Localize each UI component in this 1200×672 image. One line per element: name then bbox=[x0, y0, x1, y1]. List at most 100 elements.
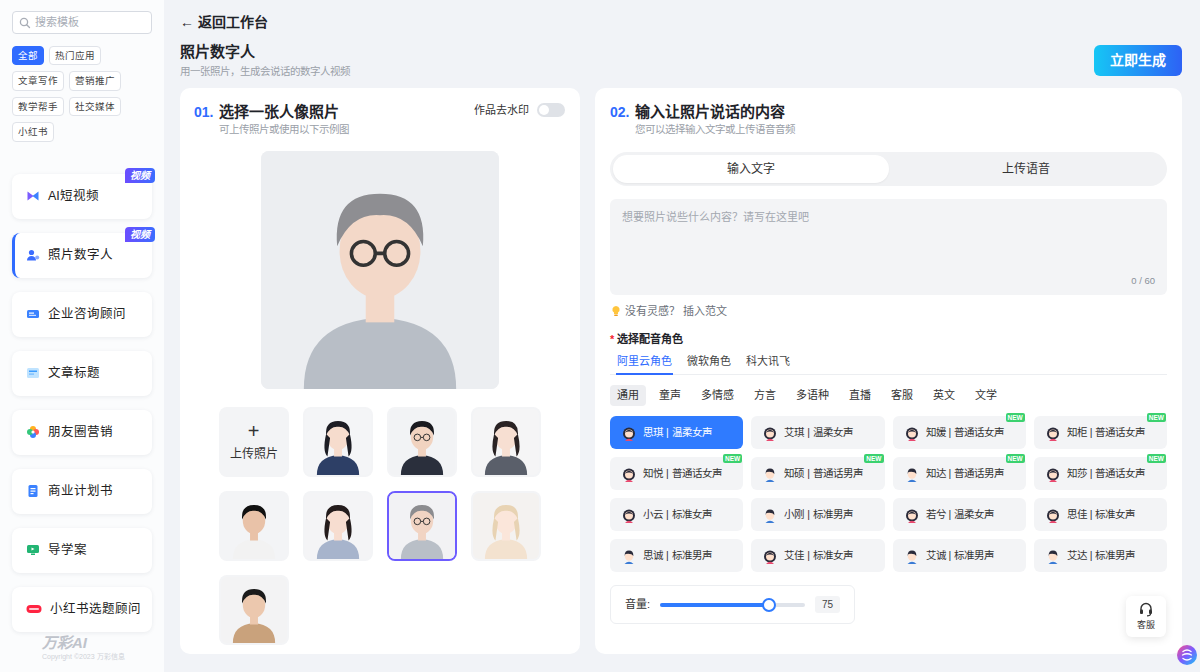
voice-option[interactable]: 小云 | 标准女声 bbox=[610, 498, 743, 531]
tag-chip[interactable]: 营销推广 bbox=[69, 71, 121, 90]
voice-option[interactable]: 知莎 | 普通话女声NEW bbox=[1034, 457, 1167, 490]
sidebar-item[interactable]: 照片数字人视频 bbox=[12, 233, 152, 278]
voice-option[interactable]: 知达 | 普通话男声NEW bbox=[893, 457, 1026, 490]
sidebar-item[interactable]: 小红书选题顾问 bbox=[12, 587, 152, 632]
category-chip[interactable]: 直播 bbox=[842, 385, 878, 406]
voice-option[interactable]: 艾琪 | 温柔女声 bbox=[751, 416, 884, 449]
voice-label: 艾达 | 标准男声 bbox=[1067, 548, 1136, 564]
photo-grid: +上传照片 bbox=[194, 407, 565, 645]
provider-tab[interactable]: 微软角色 bbox=[686, 354, 732, 375]
category-chip[interactable]: 英文 bbox=[926, 385, 962, 406]
step-titles: 选择一张人像照片可上传照片或使用以下示例图 bbox=[219, 102, 474, 136]
step-subtitle: 您可以选择输入文字或上传语音音频 bbox=[635, 122, 1167, 136]
watermark-toggle[interactable]: 作品去水印 bbox=[474, 102, 565, 119]
sidebar-item[interactable]: 商业计划书 bbox=[12, 469, 152, 514]
provider-tab[interactable]: 阿里云角色 bbox=[616, 354, 673, 375]
sidebar-item[interactable]: 文章标题 bbox=[12, 351, 152, 396]
tag-label: 教学帮手 bbox=[18, 101, 58, 112]
watermark-switch[interactable] bbox=[537, 103, 565, 117]
voice-option[interactable]: 思琪 | 温柔女声 bbox=[610, 416, 743, 449]
sample-photo[interactable] bbox=[219, 575, 289, 645]
category-chip[interactable]: 多语种 bbox=[789, 385, 836, 406]
category-chip[interactable]: 方言 bbox=[747, 385, 783, 406]
new-badge: NEW bbox=[1147, 454, 1166, 463]
voice-option[interactable]: 艾达 | 标准男声 bbox=[1034, 539, 1167, 572]
sample-photo[interactable] bbox=[303, 491, 373, 561]
category-chip[interactable]: 客服 bbox=[884, 385, 920, 406]
sidebar-item[interactable]: 导学案 bbox=[12, 528, 152, 573]
plan-icon bbox=[26, 484, 40, 498]
voice-option[interactable]: 知悦 | 普通话女声NEW bbox=[610, 457, 743, 490]
voice-option[interactable]: 思诚 | 标准男声 bbox=[610, 539, 743, 572]
category-label: 通用 bbox=[617, 389, 639, 401]
category-chip[interactable]: 多情感 bbox=[694, 385, 741, 406]
category-chip[interactable]: 通用 bbox=[610, 385, 646, 406]
xiaohongshu-icon bbox=[26, 602, 42, 616]
content-input[interactable] bbox=[622, 209, 1155, 275]
tag-chip[interactable]: 教学帮手 bbox=[12, 97, 64, 116]
digital-human-icon bbox=[26, 248, 40, 262]
video-badge: 视频 bbox=[125, 227, 155, 242]
generate-button[interactable]: 立即生成 bbox=[1094, 45, 1182, 76]
sidebar-item[interactable]: 朋友圈营销 bbox=[12, 410, 152, 455]
voice-label: 小云 | 标准女声 bbox=[643, 507, 712, 523]
sample-photo[interactable] bbox=[387, 407, 457, 477]
voice-label: 知柜 | 普通话女声 bbox=[1067, 425, 1146, 441]
tag-chip[interactable]: 全部 bbox=[12, 46, 44, 65]
provider-tab[interactable]: 科大讯飞 bbox=[745, 354, 791, 375]
step-header: 01.选择一张人像照片可上传照片或使用以下示例图作品去水印 bbox=[194, 102, 565, 136]
tag-chip[interactable]: 小红书 bbox=[12, 122, 54, 141]
sidebar-item[interactable]: 企业咨询顾问 bbox=[12, 292, 152, 337]
watermark-label: 作品去水印 bbox=[474, 102, 529, 119]
inspiration-prompt: 没有灵感？ bbox=[625, 304, 680, 318]
category-chip[interactable]: 童声 bbox=[652, 385, 688, 406]
female-avatar-icon bbox=[904, 425, 920, 441]
category-label: 直播 bbox=[849, 389, 871, 401]
title-block: 照片数字人用一张照片，生成会说话的数字人视频 bbox=[180, 42, 350, 78]
upload-tile[interactable]: +上传照片 bbox=[219, 407, 289, 477]
back-link[interactable]: ←返回工作台 bbox=[180, 12, 268, 32]
sample-photo[interactable] bbox=[471, 491, 541, 561]
plus-icon: + bbox=[248, 421, 260, 441]
input-mode-tab[interactable]: 输入文字 bbox=[613, 155, 889, 183]
support-button[interactable]: 客服 bbox=[1126, 596, 1166, 638]
tag-chip[interactable]: 文章写作 bbox=[12, 71, 64, 90]
copyright: Copyright ©2023 万彩信息 bbox=[42, 652, 152, 662]
voice-option[interactable]: 小刚 | 标准男声 bbox=[751, 498, 884, 531]
voice-option[interactable]: 思佳 | 标准女声 bbox=[1034, 498, 1167, 531]
volume-fill bbox=[660, 603, 769, 607]
voice-option[interactable]: 知媛 | 普通话女声NEW bbox=[893, 416, 1026, 449]
tag-list: 全部热门应用文章写作营销推广教学帮手社交媒体小红书 bbox=[12, 46, 152, 142]
voice-option[interactable]: 艾诚 | 标准男声 bbox=[893, 539, 1026, 572]
lesson-icon bbox=[26, 543, 40, 557]
voice-label: 思佳 | 标准女声 bbox=[1067, 507, 1136, 523]
sample-photo[interactable] bbox=[471, 407, 541, 477]
voice-label: 小刚 | 标准男声 bbox=[784, 507, 853, 523]
sample-photo[interactable] bbox=[387, 491, 457, 561]
voice-option[interactable]: 知硕 | 普通话男声NEW bbox=[751, 457, 884, 490]
tag-chip[interactable]: 热门应用 bbox=[49, 46, 101, 65]
new-badge: NEW bbox=[1006, 454, 1025, 463]
volume-knob[interactable] bbox=[762, 598, 776, 612]
male-avatar-icon bbox=[1045, 548, 1061, 564]
voice-option[interactable]: 知柜 | 普通话女声NEW bbox=[1034, 416, 1167, 449]
insert-sample-link[interactable]: 插入范文 bbox=[683, 304, 727, 318]
female-avatar-icon bbox=[621, 507, 637, 523]
search-input[interactable] bbox=[35, 14, 145, 31]
category-chip[interactable]: 文学 bbox=[968, 385, 1004, 406]
new-badge: NEW bbox=[723, 454, 742, 463]
step-titles: 输入让照片说话的内容您可以选择输入文字或上传语音音频 bbox=[635, 102, 1167, 136]
sample-photo[interactable] bbox=[219, 491, 289, 561]
male-avatar-icon bbox=[904, 548, 920, 564]
input-mode-tab[interactable]: 上传语音 bbox=[889, 155, 1165, 183]
voice-option[interactable]: 若兮 | 温柔女声 bbox=[893, 498, 1026, 531]
volume-slider[interactable] bbox=[660, 603, 805, 607]
voice-option[interactable]: 艾佳 | 标准女声 bbox=[751, 539, 884, 572]
step-number: 02. bbox=[610, 102, 635, 122]
sample-photo[interactable] bbox=[303, 407, 373, 477]
sidebar-item[interactable]: AI短视频视频 bbox=[12, 174, 152, 219]
voice-label: 知达 | 普通话男声 bbox=[926, 466, 1005, 482]
tag-label: 营销推广 bbox=[75, 75, 115, 86]
tag-chip[interactable]: 社交媒体 bbox=[69, 97, 121, 116]
provider-label: 阿里云角色 bbox=[617, 355, 672, 367]
